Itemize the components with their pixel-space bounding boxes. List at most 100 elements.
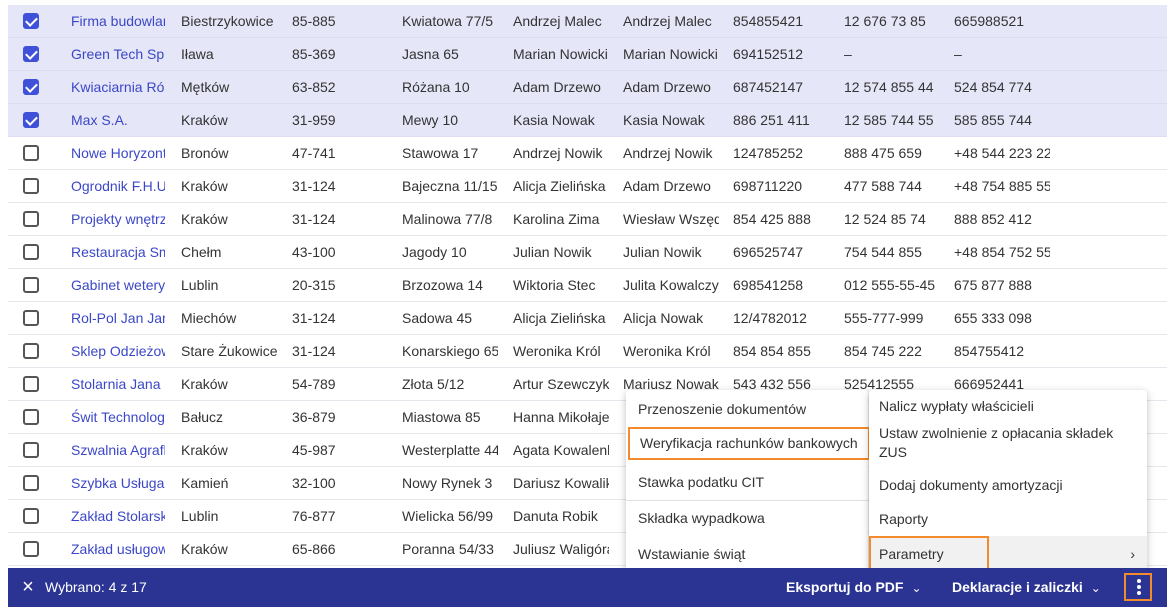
table-row[interactable]: Kwiaciarnia Róża Mętków 63-852 Różana 10 Ada… [8,71,1167,104]
menu-item-zwolnienie-zus[interactable]: Ustaw zwolnienie z opłacania składek ZUS [869,424,1129,466]
contact-person-cell: Alicja Nowak [623,310,704,326]
zip-cell: 31-124 [292,178,336,194]
company-name-link[interactable]: Max S.A. [71,104,165,136]
phone-cell: 124785252 [733,145,804,161]
export-pdf-button[interactable]: Eksportuj do PDF ⌄ [786,568,922,608]
street-cell: Malinowa 77/8 [402,211,493,227]
export-pdf-label: Eksportuj do PDF [786,579,904,595]
row-checkbox[interactable] [23,277,39,293]
row-checkbox[interactable] [23,13,39,29]
company-name-link[interactable]: Szwalnia Agrafka [71,434,165,466]
person-cell: Andrzej Malec [513,13,602,29]
row-checkbox[interactable] [23,442,39,458]
phone2-cell: 754 544 855 [844,244,922,260]
zip-cell: 63-852 [292,79,336,95]
city-cell: Kamień [181,475,229,491]
row-checkbox[interactable] [23,376,39,392]
row-checkbox[interactable] [23,46,39,62]
contact-person-cell: Marian Nowicki [623,46,718,62]
company-name-link[interactable]: Projekty wnętrz [71,203,165,235]
phone-cell: 886 251 411 [733,112,810,128]
company-name-link[interactable]: Świt Technologie [71,401,165,433]
city-cell: Miechów [181,310,237,326]
city-cell: Biestrzykowice [181,13,274,29]
declarations-button[interactable]: Deklaracje i zaliczki ⌄ [952,568,1101,608]
company-name-link[interactable]: Zakład Stolarski [71,500,165,532]
menu-item-skladka-wypadkowa[interactable]: Składka wypadkowa [626,501,868,536]
city-cell: Bałucz [181,409,224,425]
company-name-link[interactable]: Gabinet weterynaryjny [71,269,165,301]
phone3-cell: +48 854 752 55 [954,244,1050,260]
phone2-cell: 012 555-55-45 [844,277,936,293]
row-checkbox[interactable] [23,79,39,95]
row-checkbox[interactable] [23,310,39,326]
person-cell: Adam Drzewo [513,79,601,95]
company-name-link[interactable]: Green Tech Sp. [71,38,165,70]
table-row[interactable]: Firma budowlana Biestrzykowice 85-885 Kwiat… [8,5,1167,38]
row-checkbox[interactable] [23,244,39,260]
more-vertical-icon[interactable] [1124,573,1152,601]
row-checkbox[interactable] [23,211,39,227]
row-checkbox[interactable] [23,343,39,359]
table-row[interactable]: Restauracja Smak Chełm 43-100 Jagody 10 Juli… [8,236,1167,269]
street-cell: Nowy Rynek 3 [402,475,493,491]
phone2-cell: 854 745 222 [844,343,922,359]
chevron-right-icon: › [1130,546,1135,562]
company-name-link[interactable]: Zakład usługowy [71,533,165,565]
close-icon[interactable]: × [18,577,38,597]
zip-cell: 32-100 [292,475,336,491]
zip-cell: 31-124 [292,343,336,359]
contact-person-cell: Adam Drzewo [623,178,711,194]
company-name-link[interactable]: Nowe Horyzonty [71,137,165,169]
declarations-label: Deklaracje i zaliczki [952,579,1083,595]
table-row[interactable]: Max S.A. Kraków 31-959 Mewy 10 Kasia Nowak Ka… [8,104,1167,137]
table-row[interactable]: Nowe Horyzonty Bronów 47-741 Stawowa 17 Andr… [8,137,1167,170]
company-name-link[interactable]: Firma budowlana [71,5,165,37]
menu-item-wstawianie-swiat[interactable]: Wstawianie świąt [626,536,868,572]
menu-item-przenoszenie-dokumentow[interactable]: Przenoszenie dokumentów [626,390,868,428]
table-row[interactable]: Sklep Odzieżowy Stare Żukowice 31-124 Konar… [8,335,1167,368]
menu-item-parametry[interactable]: Parametry › [869,536,1147,572]
company-name-link[interactable]: Rol-Pol Jan Jarek [71,302,165,334]
table-row[interactable]: Rol-Pol Jan Jarek Miechów 31-124 Sadowa 45 A… [8,302,1167,335]
city-cell: Chełm [181,244,222,260]
company-name-link[interactable]: Sklep Odzieżowy [71,335,165,367]
row-checkbox[interactable] [23,409,39,425]
table-row[interactable]: Ogrodnik F.H.U. Kraków 31-124 Bajeczna 11/1… [8,170,1167,203]
menu-item-nalicz-wyplaty[interactable]: Nalicz wypłaty właścicieli [869,390,1147,422]
menu-item-raporty[interactable]: Raporty [869,502,1147,536]
contact-person-cell: Julian Nowik [623,244,702,260]
table-row[interactable]: Gabinet weterynaryjny Lublin 20-315 Brzozow… [8,269,1167,302]
street-cell: Poranna 54/33 [402,541,494,557]
row-checkbox[interactable] [23,475,39,491]
company-name-link[interactable]: Ogrodnik F.H.U. [71,170,165,202]
phone3-cell: +48 544 223 22 [954,145,1050,161]
table-row[interactable]: Projekty wnętrz Kraków 31-124 Malinowa 77/8… [8,203,1167,236]
city-cell: Kraków [181,211,228,227]
phone2-cell: 888 475 659 [844,145,922,161]
row-checkbox[interactable] [23,541,39,557]
company-name-link[interactable]: Stolarnia Jana [71,368,165,400]
zip-cell: 20-315 [292,277,336,293]
row-checkbox[interactable] [23,145,39,161]
phone3-cell: 665988521 [954,13,1025,29]
city-cell: Mętków [181,79,230,95]
street-cell: Westerplatte 44 [402,442,498,458]
zip-cell: 43-100 [292,244,336,260]
person-cell: Weronika Król [513,343,601,359]
table-row[interactable]: Green Tech Sp. Iława 85-369 Jasna 65 Marian … [8,38,1167,71]
person-cell: Marian Nowicki [513,46,608,62]
person-cell: Wiktoria Stec [513,277,596,293]
street-cell: Różana 10 [402,79,470,95]
company-name-link[interactable]: Szybka Usługa [71,467,165,499]
row-checkbox[interactable] [23,508,39,524]
menu-item-stawka-cit[interactable]: Stawka podatku CIT [626,463,868,501]
phone3-cell: 675 877 888 [954,277,1032,293]
phone2-cell: 555-777-999 [844,310,924,326]
row-checkbox[interactable] [23,178,39,194]
menu-item-amortyzacja[interactable]: Dodaj dokumenty amortyzacji [869,467,1147,503]
company-name-link[interactable]: Kwiaciarnia Róża [71,71,165,103]
menu-item-weryfikacja-rachunkow[interactable]: Weryfikacja rachunków bankowych [628,427,870,460]
company-name-link[interactable]: Restauracja Smak [71,236,165,268]
row-checkbox[interactable] [23,112,39,128]
